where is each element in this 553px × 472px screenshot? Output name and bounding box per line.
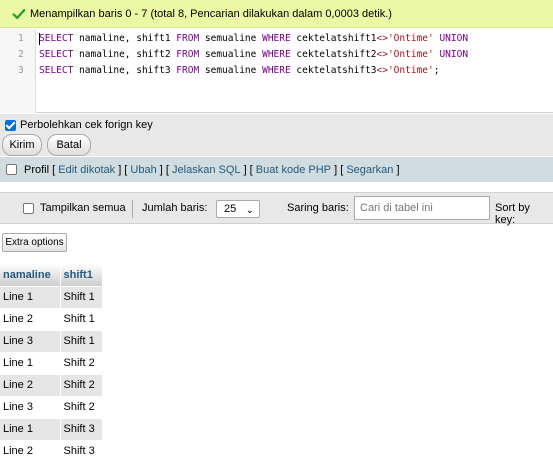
- sql-token: semualine: [199, 49, 263, 60]
- success-text: Menampilkan baris 0 - 7 (total 8, Pencar…: [30, 7, 392, 20]
- results-table: namaline shift1 Line 1 Shift 1 Line 2 Shift…: [0, 264, 103, 462]
- profile-checkbox[interactable]: [6, 164, 17, 175]
- rows-count-select[interactable]: 25 ⌄: [216, 200, 260, 218]
- line-number: 2: [18, 49, 24, 60]
- sql-token: 'Ontime': [387, 65, 434, 76]
- bracket: ] [: [243, 163, 253, 176]
- sql-token: semualine: [199, 65, 263, 76]
- sql-token: FROM: [176, 33, 200, 44]
- sql-token: 'Ontime': [387, 33, 434, 44]
- bracket: ] [: [334, 163, 344, 176]
- table-cell[interactable]: Line 3: [0, 329, 61, 352]
- column-header-namaline[interactable]: namaline: [0, 264, 61, 286]
- sort-by-key-label: Sort by key:: [495, 202, 530, 226]
- bracket: [: [52, 163, 56, 176]
- table-cell[interactable]: Line 1: [0, 351, 61, 374]
- table-row[interactable]: Line 2 Shift 2: [0, 373, 103, 396]
- sql-token: WHERE: [262, 33, 291, 44]
- sql-token: cektelatshift2: [290, 49, 377, 60]
- sql-code: SELECT namaline, shift3 FROM semualine W…: [39, 63, 439, 79]
- sql-query-editor[interactable]: 1 SELECT namaline, shift1 FROM semualine …: [0, 29, 553, 113]
- divider: [132, 200, 133, 218]
- sql-token: cektelatshift1: [290, 33, 377, 44]
- table-cell[interactable]: Shift 2: [60, 373, 103, 396]
- table-row[interactable]: Line 1 Shift 1: [0, 285, 103, 308]
- bracket: ]: [396, 163, 400, 176]
- sql-token: semualine: [199, 33, 263, 44]
- query-actions-bar: Profil [ Edit dikotak ] [ Ubah ] [ Jelas…: [0, 157, 553, 182]
- sql-token: WHERE: [262, 49, 291, 60]
- table-row[interactable]: Line 1 Shift 3: [0, 417, 103, 440]
- sql-token: WHERE: [262, 65, 291, 76]
- table-cell[interactable]: Shift 2: [60, 351, 103, 374]
- column-header-shift1[interactable]: shift1: [60, 264, 103, 286]
- create-php-code-link[interactable]: Buat kode PHP: [256, 164, 331, 176]
- sql-token: cektelatshift3: [290, 65, 377, 76]
- phpmyadmin-query-result: Menampilkan baris 0 - 7 (total 8, Pencar…: [0, 0, 553, 472]
- sql-token: SELECT: [39, 65, 74, 76]
- sql-token: namaline, shift3: [73, 65, 177, 76]
- table-cell[interactable]: Line 2: [0, 307, 61, 330]
- table-row[interactable]: Line 2 Shift 3: [0, 439, 103, 462]
- table-cell[interactable]: Shift 1: [60, 329, 103, 352]
- sql-token: <>: [376, 49, 388, 60]
- sql-token: namaline, shift2: [73, 49, 177, 60]
- table-row[interactable]: Line 2 Shift 1: [0, 307, 103, 330]
- bracket: ] [: [118, 163, 128, 176]
- sql-token: UNION: [433, 33, 469, 44]
- refresh-link[interactable]: Segarkan: [346, 164, 393, 176]
- sql-token: <>: [376, 65, 388, 76]
- success-message: Menampilkan baris 0 - 7 (total 8, Pencar…: [0, 0, 553, 28]
- foreign-key-label: Perbolehkan cek forign key: [20, 119, 153, 131]
- rows-count-value: 25: [224, 203, 237, 215]
- chevron-down-icon: ⌄: [245, 205, 254, 216]
- submit-button[interactable]: Kirim: [2, 134, 42, 156]
- table-cell[interactable]: Line 1: [0, 417, 61, 440]
- rows-count-label: Jumlah baris:: [142, 202, 208, 214]
- table-row[interactable]: Line 1 Shift 2: [0, 351, 103, 374]
- table-cell[interactable]: Shift 3: [60, 417, 103, 440]
- bracket: ] [: [159, 163, 169, 176]
- line-number: 3: [18, 65, 24, 76]
- show-all-checkbox[interactable]: [23, 203, 34, 214]
- foreign-key-option[interactable]: Perbolehkan cek forign key: [5, 119, 153, 131]
- check-icon: [12, 8, 26, 19]
- sql-token: SELECT: [39, 33, 74, 44]
- navigation-bar: Tampilkan semua Jumlah baris: 25 ⌄ Sarin…: [0, 192, 553, 226]
- table-cell[interactable]: Line 1: [0, 285, 61, 308]
- show-all-label: Tampilkan semua: [40, 202, 126, 214]
- table-row[interactable]: Line 3 Shift 1: [0, 329, 103, 352]
- edit-link[interactable]: Ubah: [130, 164, 156, 176]
- line-number: 1: [18, 33, 24, 44]
- table-cell[interactable]: Shift 2: [60, 395, 103, 418]
- sql-token: UNION: [433, 49, 469, 60]
- table-cell[interactable]: Shift 1: [60, 285, 103, 308]
- explain-sql-link[interactable]: Jelaskan SQL: [172, 164, 240, 176]
- table-cell[interactable]: Line 2: [0, 373, 61, 396]
- filter-rows-input[interactable]: [354, 196, 490, 220]
- sql-token: FROM: [176, 49, 200, 60]
- sql-token: ;: [433, 65, 440, 76]
- table-cell[interactable]: Line 2: [0, 439, 61, 462]
- table-cell[interactable]: Shift 3: [60, 439, 103, 462]
- cancel-button[interactable]: Batal: [47, 134, 91, 156]
- sql-token: FROM: [176, 65, 200, 76]
- sql-token: <>: [376, 33, 388, 44]
- sql-token: 'Ontime': [387, 49, 434, 60]
- sql-token: SELECT: [39, 49, 74, 60]
- extra-options-button[interactable]: Extra options: [2, 233, 67, 252]
- table-cell[interactable]: Line 3: [0, 395, 61, 418]
- table-cell[interactable]: Shift 1: [60, 307, 103, 330]
- foreign-key-checkbox[interactable]: [5, 119, 16, 131]
- edit-inline-link[interactable]: Edit dikotak: [58, 164, 115, 176]
- sql-token: namaline, shift1: [73, 33, 177, 44]
- profile-label: Profil: [24, 163, 50, 176]
- sql-code: SELECT namaline, shift1 FROM semualine W…: [39, 31, 468, 47]
- filter-rows-label: Saring baris:: [287, 202, 349, 214]
- table-row[interactable]: Line 3 Shift 2: [0, 395, 103, 418]
- sql-code: SELECT namaline, shift2 FROM semualine W…: [39, 47, 468, 63]
